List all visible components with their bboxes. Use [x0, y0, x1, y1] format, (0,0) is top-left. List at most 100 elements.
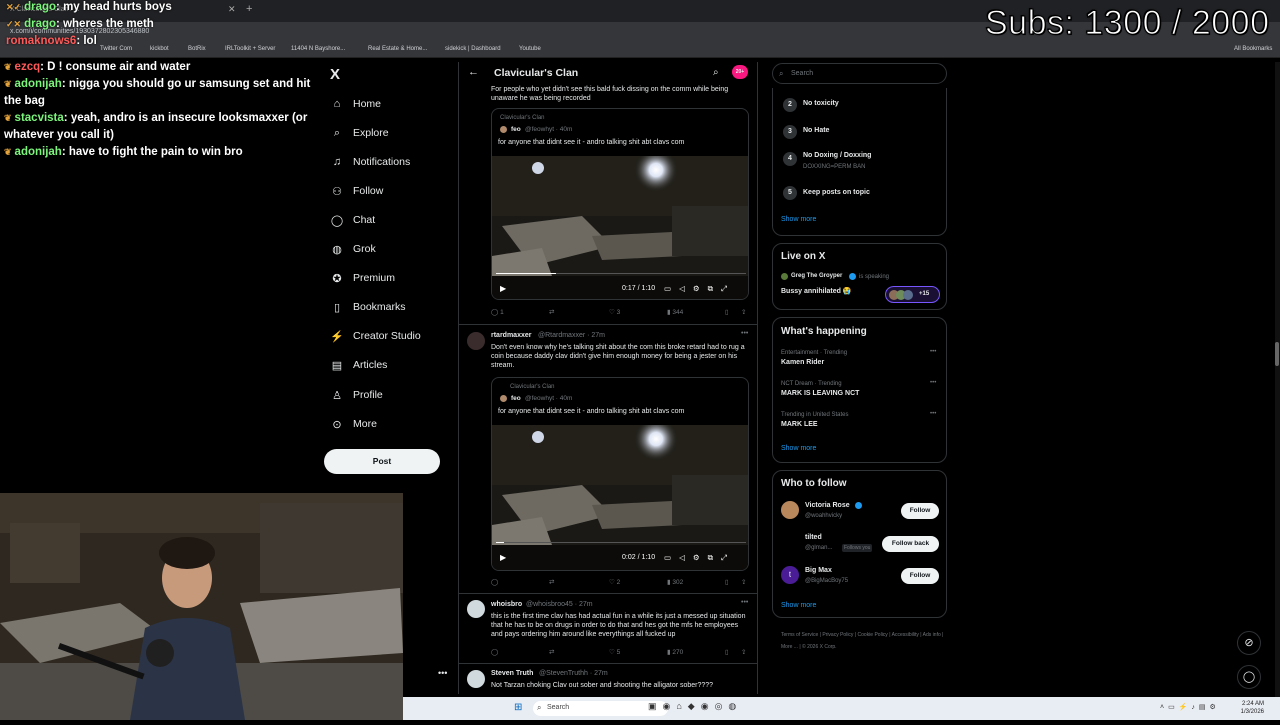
nav-creator-studio[interactable]: ⚡ Creator Studio	[330, 326, 421, 346]
author-name[interactable]: whoisbro	[491, 601, 522, 608]
bookmark-icon: ▯	[333, 301, 341, 314]
nav-grok[interactable]: ◍ Grok	[330, 239, 376, 259]
show-more-link[interactable]: Show more	[781, 602, 816, 609]
bookmark-item[interactable]: Youtube	[519, 46, 541, 52]
nav-bookmarks[interactable]: ▯ Bookmarks	[330, 297, 406, 317]
bookmark-icon[interactable]: ▯	[725, 308, 729, 316]
avatar[interactable]	[467, 670, 485, 688]
share-icon[interactable]: ⇪	[741, 308, 746, 316]
bookmark-item[interactable]: All Bookmarks	[1234, 46, 1272, 52]
webcam-feed	[0, 493, 403, 720]
repost-icon[interactable]: ⇄	[549, 648, 554, 656]
account-more-icon[interactable]: •••	[438, 668, 447, 678]
more-icon[interactable]: •••	[741, 330, 748, 337]
views-icon[interactable]: ▮ 270	[667, 648, 683, 656]
scrollbar-thumb[interactable]	[1275, 342, 1279, 366]
video-controls[interactable]: ▭◁⚙⧉⤢	[664, 284, 735, 294]
like-icon[interactable]: ♡ 5	[609, 648, 620, 656]
bookmark-item[interactable]: sidekick | Dashboard	[445, 46, 501, 52]
footer-link[interactable]: Terms of Service	[781, 632, 818, 638]
bell-icon: ♫	[332, 156, 342, 168]
nav-home[interactable]: ⌂ Home	[330, 94, 381, 114]
footer-link[interactable]: Ads info	[923, 632, 941, 638]
back-arrow-icon[interactable]: ←	[468, 66, 479, 78]
search-input[interactable]: ⌕ Search	[772, 63, 947, 84]
quoted-post[interactable]: Clavicular's Clan feo @feowhyt · 40m for…	[491, 377, 749, 571]
trend-title[interactable]: MARK IS LEAVING NCT	[781, 390, 859, 397]
footer-link[interactable]: Accessibility	[892, 632, 919, 638]
follow-name[interactable]: Victoria Rose	[805, 502, 850, 509]
video-progress-track[interactable]	[496, 542, 746, 543]
bookmark-item[interactable]: Real Estate & Home...	[368, 46, 427, 52]
quoted-post[interactable]: Clavicular's Clan feo @feowhyt · 40m for…	[491, 108, 749, 300]
trend-title[interactable]: Kamen Rider	[781, 359, 824, 366]
play-icon[interactable]: ▶	[500, 553, 506, 562]
section-title: Who to follow	[781, 478, 847, 489]
avatar[interactable]	[467, 600, 485, 618]
live-host[interactable]: Greg The Groyper	[791, 273, 842, 279]
footer-link[interactable]: More ...	[781, 644, 798, 650]
bookmark-icon[interactable]: ▯	[725, 578, 729, 586]
grok-icon[interactable]: ⊘	[1237, 631, 1261, 655]
author-name[interactable]: Steven Truth	[491, 670, 533, 677]
listeners-pill[interactable]: +15	[885, 286, 940, 303]
nav-articles[interactable]: ▤ Articles	[330, 355, 388, 375]
nav-profile[interactable]: ♙ Profile	[330, 385, 383, 405]
video-time: 0:02 / 1:10	[622, 554, 656, 561]
footer-links: Terms of Service | Privacy Policy | Cook…	[781, 632, 944, 650]
messages-icon[interactable]: ◯	[1237, 665, 1261, 689]
notification-badge[interactable]: 20+	[732, 65, 748, 79]
author-name[interactable]: rtardmaxxer	[491, 332, 531, 339]
nav-more[interactable]: ⊙ More	[330, 414, 377, 434]
nav-chat[interactable]: ◯ Chat	[330, 210, 375, 230]
like-icon[interactable]: ♡ 3	[609, 308, 620, 316]
follow-name[interactable]: tilted	[805, 534, 822, 541]
share-icon[interactable]: ⇪	[741, 578, 746, 586]
share-icon[interactable]: ⇪	[741, 648, 746, 656]
nav-premium[interactable]: ✪ Premium	[330, 268, 395, 288]
bookmark-icon[interactable]: ▯	[725, 648, 729, 656]
nav-notifications[interactable]: ♫ Notifications	[330, 152, 410, 172]
video-player[interactable]: ▶ 0:17 / 1:10 ▭◁⚙⧉⤢	[492, 148, 748, 299]
trend-title[interactable]: MARK LEE	[781, 421, 818, 428]
verified-icon	[849, 273, 856, 280]
views-icon[interactable]: ▮ 302	[667, 578, 683, 586]
like-icon[interactable]: ♡ 2	[609, 578, 620, 586]
nav-explore[interactable]: ⌕ Explore	[330, 123, 389, 143]
x-logo[interactable]: X	[330, 66, 340, 83]
more-icon[interactable]: •••	[930, 411, 936, 417]
nav-follow[interactable]: ⚇ Follow	[330, 181, 383, 201]
show-more-link[interactable]: Show more	[781, 445, 816, 452]
more-icon[interactable]: •••	[930, 349, 936, 355]
follow-button[interactable]: Follow	[901, 568, 939, 584]
system-tray-icons[interactable]: ˄▭⚡♪▤⚙	[1160, 703, 1220, 711]
taskbar-apps[interactable]: ▣◉⌂◆◉◎◍	[648, 701, 742, 712]
reply-icon[interactable]: ◯	[491, 648, 498, 656]
video-player[interactable]: ▶ 0:02 / 1:10 ▭◁⚙⧉⤢	[492, 417, 748, 570]
more-icon[interactable]: •••	[930, 380, 936, 386]
more-icon[interactable]: •••	[741, 599, 748, 606]
repost-icon[interactable]: ⇄	[549, 308, 554, 316]
reply-icon[interactable]: ◯	[491, 578, 498, 586]
follow-back-button[interactable]: Follow back	[882, 536, 939, 552]
follow-button[interactable]: Follow	[901, 503, 939, 519]
show-more-link[interactable]: Show more	[781, 216, 816, 223]
avatar[interactable]	[467, 332, 485, 350]
views-icon[interactable]: ▮ 344	[667, 308, 683, 316]
footer-link[interactable]: Privacy Policy	[822, 632, 853, 638]
post-button[interactable]: Post	[324, 449, 440, 474]
follow-name[interactable]: Big Max	[805, 567, 832, 574]
video-controls[interactable]: ▭◁⚙⧉⤢	[664, 553, 735, 563]
windows-start-icon[interactable]: ⊞	[514, 702, 522, 713]
video-progress-track[interactable]	[496, 273, 746, 274]
avatar[interactable]	[781, 501, 799, 519]
repost-icon[interactable]: ⇄	[549, 578, 554, 586]
avatar[interactable]: t	[781, 566, 799, 584]
scrollbar[interactable]	[1275, 62, 1280, 697]
live-space-title[interactable]: Bussy annihilated 😭	[781, 287, 852, 295]
play-icon[interactable]: ▶	[500, 284, 506, 293]
taskbar-clock[interactable]: 2:24 AM 1/3/2026	[1234, 700, 1264, 716]
footer-link[interactable]: Cookie Policy	[858, 632, 888, 638]
search-icon[interactable]: ⌕	[713, 67, 719, 78]
reply-icon[interactable]: ◯ 1	[491, 308, 504, 316]
